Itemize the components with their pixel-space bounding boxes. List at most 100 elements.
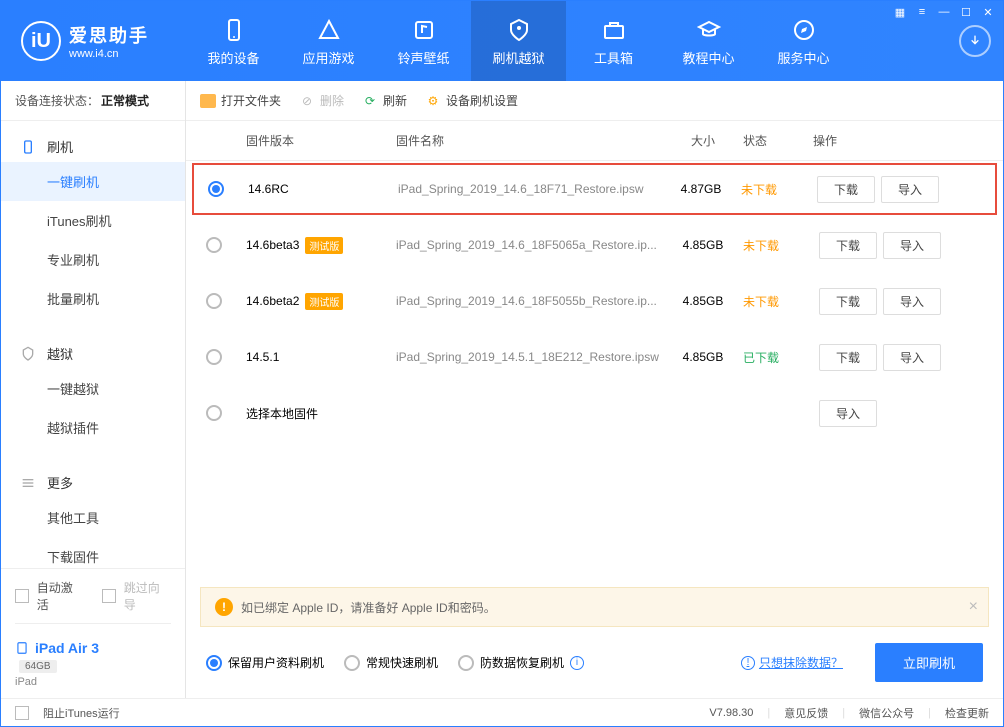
row-action-button[interactable]: 导入 (883, 344, 941, 371)
beta-badge: 测试版 (305, 237, 343, 254)
delete-icon: ⊘ (299, 93, 315, 109)
nav-tutorials[interactable]: 教程中心 (661, 1, 756, 81)
sidebar-item-download-firmware[interactable]: 下载固件 (1, 537, 185, 568)
firmware-size: 4.85GB (663, 238, 743, 252)
alert-close-icon[interactable]: × (969, 598, 978, 616)
block-itunes-checkbox[interactable] (15, 706, 29, 720)
flash-now-button[interactable]: 立即刷机 (875, 643, 983, 682)
firmware-status: 未下载 (741, 181, 811, 198)
auto-activate-checkbox[interactable] (15, 589, 29, 603)
app-subtitle: www.i4.cn (69, 48, 149, 60)
app-title: 爱思助手 (69, 22, 149, 48)
option-anti-recovery[interactable]: 防数据恢复刷机 i (458, 654, 584, 671)
htile-icon[interactable]: ▦ (893, 5, 907, 19)
nav-ringtones[interactable]: 铃声壁纸 (376, 1, 471, 81)
radio-keep-data[interactable] (206, 655, 222, 671)
app-header: ▦ ≡ — ☐ ✕ iU 爱思助手 www.i4.cn 我的设备 应用游戏 铃声… (1, 1, 1003, 81)
row-radio[interactable] (206, 293, 222, 309)
row-radio[interactable] (206, 237, 222, 253)
flash-icon (19, 138, 37, 156)
row-action-button[interactable]: 导入 (883, 288, 941, 315)
app-version: V7.98.30 (709, 707, 753, 719)
nav-service[interactable]: 服务中心 (756, 1, 851, 81)
device-name[interactable]: iPad Air 3 (15, 640, 171, 656)
sidebar-group-jailbreak[interactable]: 越狱 (1, 338, 185, 369)
nav-flash-jailbreak[interactable]: 刷机越狱 (471, 1, 566, 81)
sidebar-item-other-tools[interactable]: 其他工具 (1, 498, 185, 537)
col-size: 大小 (663, 132, 743, 149)
sidebar-item-oneclick-flash[interactable]: 一键刷机 (1, 162, 185, 201)
firmware-version: 14.6RC (248, 182, 398, 196)
row-radio[interactable] (208, 181, 224, 197)
close-icon[interactable]: ✕ (981, 5, 995, 19)
shield-icon (507, 16, 531, 44)
firmware-version: 14.6beta3 测试版 (246, 237, 396, 254)
firmware-name: iPad_Spring_2019_14.5.1_18E212_Restore.i… (396, 350, 663, 364)
alert-text: 如已绑定 Apple ID，请准备好 Apple ID和密码。 (241, 599, 496, 616)
toolbox-icon (602, 16, 626, 44)
option-normal-flash[interactable]: 常规快速刷机 (344, 654, 438, 671)
refresh-button[interactable]: ⟳ 刷新 (362, 92, 407, 109)
graduation-icon (697, 16, 721, 44)
firmware-version: 14.6beta2 测试版 (246, 293, 396, 310)
row-action-button[interactable]: 下载 (819, 288, 877, 315)
nav-my-device[interactable]: 我的设备 (186, 1, 281, 81)
row-action-button[interactable]: 导入 (883, 232, 941, 259)
alert-bar: ! 如已绑定 Apple ID，请准备好 Apple ID和密码。 × (200, 587, 989, 627)
device-type: iPad (15, 676, 171, 688)
connection-value: 正常模式 (101, 92, 149, 109)
feedback-link[interactable]: 意见反馈 (784, 705, 828, 721)
sidebar-item-oneclick-jailbreak[interactable]: 一键越狱 (1, 369, 185, 408)
nav-toolbox[interactable]: 工具箱 (566, 1, 661, 81)
sidebar-item-jailbreak-plugins[interactable]: 越狱插件 (1, 408, 185, 447)
jailbreak-icon (19, 345, 37, 363)
firmware-version: 14.5.1 (246, 350, 396, 364)
firmware-status: 未下载 (743, 237, 813, 254)
nav-apps[interactable]: 应用游戏 (281, 1, 376, 81)
row-radio[interactable] (206, 405, 222, 421)
info-icon[interactable]: i (570, 656, 584, 670)
row-action-button[interactable]: 下载 (819, 344, 877, 371)
phone-icon (222, 16, 246, 44)
sidebar-group-more[interactable]: 更多 (1, 467, 185, 498)
firmware-row[interactable]: 14.6beta2 测试版iPad_Spring_2019_14.6_18F50… (186, 273, 1003, 329)
option-keep-data[interactable]: 保留用户资料刷机 (206, 654, 324, 671)
minimize-icon[interactable]: — (937, 5, 951, 19)
firmware-row[interactable]: 14.5.1iPad_Spring_2019_14.5.1_18E212_Res… (186, 329, 1003, 385)
row-radio[interactable] (206, 349, 222, 365)
firmware-size: 4.85GB (663, 350, 743, 364)
main-content: 打开文件夹 ⊘ 删除 ⟳ 刷新 ⚙ 设备刷机设置 固件版本 固件名称 大小 状态… (186, 81, 1003, 698)
settings-button[interactable]: ⚙ 设备刷机设置 (425, 92, 518, 109)
radio-normal[interactable] (344, 655, 360, 671)
skip-wizard-checkbox[interactable] (102, 589, 116, 603)
gear-icon: ⚙ (425, 93, 441, 109)
firmware-name: iPad_Spring_2019_14.6_18F5065a_Restore.i… (396, 238, 663, 252)
menu-icon[interactable]: ≡ (915, 5, 929, 19)
block-itunes-label: 阻止iTunes运行 (43, 705, 120, 721)
local-firmware-row[interactable]: 选择本地固件 导入 (186, 385, 1003, 441)
wechat-link[interactable]: 微信公众号 (859, 705, 914, 721)
row-action-button[interactable]: 导入 (881, 176, 939, 203)
download-manager-icon[interactable] (959, 25, 991, 57)
delete-button[interactable]: ⊘ 删除 (299, 92, 344, 109)
sidebar-group-flash[interactable]: 刷机 (1, 131, 185, 162)
firmware-row[interactable]: 14.6RCiPad_Spring_2019_14.6_18F71_Restor… (192, 163, 997, 215)
logo-area: iU 爱思助手 www.i4.cn (1, 21, 186, 61)
connection-status: 设备连接状态： 正常模式 (1, 81, 185, 121)
sidebar-item-itunes-flash[interactable]: iTunes刷机 (1, 201, 185, 240)
sidebar-item-pro-flash[interactable]: 专业刷机 (1, 240, 185, 279)
firmware-row[interactable]: 14.6beta3 测试版iPad_Spring_2019_14.6_18F50… (186, 217, 1003, 273)
check-update-link[interactable]: 检查更新 (945, 705, 989, 721)
radio-anti-recovery[interactable] (458, 655, 474, 671)
options-bar: 保留用户资料刷机 常规快速刷机 防数据恢复刷机 i ! 只想抹除数据？ 立即刷机 (186, 627, 1003, 698)
local-firmware-label: 选择本地固件 (246, 405, 396, 422)
sidebar-item-batch-flash[interactable]: 批量刷机 (1, 279, 185, 318)
import-button[interactable]: 导入 (819, 400, 877, 427)
open-folder-button[interactable]: 打开文件夹 (200, 92, 281, 109)
row-action-button[interactable]: 下载 (817, 176, 875, 203)
firmware-status: 已下载 (743, 349, 813, 366)
maximize-icon[interactable]: ☐ (959, 5, 973, 19)
row-action-button[interactable]: 下载 (819, 232, 877, 259)
refresh-icon: ⟳ (362, 93, 378, 109)
erase-only-link[interactable]: ! 只想抹除数据？ (741, 654, 843, 671)
